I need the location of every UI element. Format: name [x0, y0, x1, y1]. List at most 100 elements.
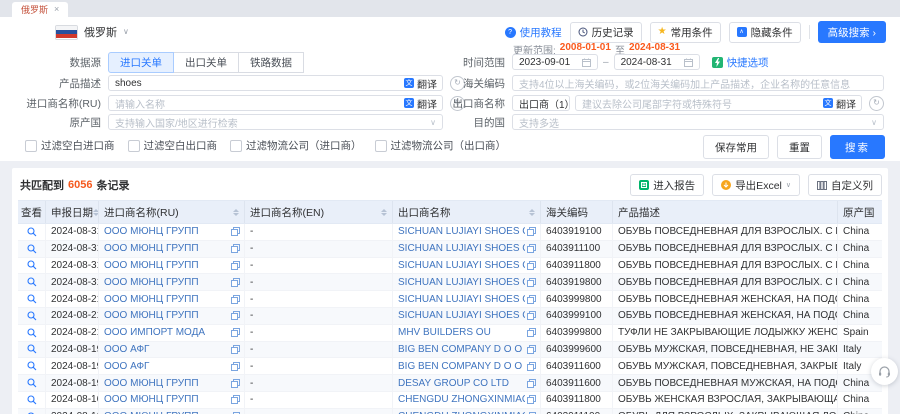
magnifier-icon[interactable] [27, 277, 37, 287]
copy-icon[interactable] [231, 345, 240, 354]
favorites-button[interactable]: ★ 常用条件 [650, 22, 721, 43]
importer-link[interactable]: ООО МЮНЦ ГРУПП [104, 394, 229, 405]
magnifier-icon[interactable] [27, 395, 37, 405]
view-cell[interactable] [18, 241, 46, 257]
magnifier-icon[interactable] [27, 227, 37, 237]
view-cell[interactable] [18, 291, 46, 307]
copy-icon[interactable] [527, 345, 536, 354]
view-cell[interactable] [18, 325, 46, 341]
magnifier-icon[interactable] [27, 294, 37, 304]
date-from-input[interactable]: 2023-09-01 [512, 54, 598, 70]
col-header-exporter[interactable]: 出口商名称 [393, 201, 541, 223]
filter-checkbox[interactable]: 过滤空白进口商 [25, 138, 115, 153]
copy-icon[interactable] [231, 311, 240, 320]
col-header-importer-ru[interactable]: 进口商名称(RU) [99, 201, 245, 223]
reset-button[interactable]: 重置 [777, 135, 822, 159]
copy-icon[interactable] [527, 244, 536, 253]
magnifier-icon[interactable] [27, 311, 37, 321]
datasource-tab[interactable]: 铁路数据 [238, 52, 304, 73]
advanced-search-button[interactable]: 高级搜索 › [818, 21, 886, 43]
tab-russia[interactable]: 俄罗斯 × [12, 2, 68, 17]
importer-input[interactable]: 请输入名称 文 翻译 [108, 95, 443, 111]
checkbox-icon[interactable] [375, 140, 387, 152]
quick-options-link[interactable]: 快捷选项 [712, 55, 769, 70]
save-favorite-button[interactable]: 保存常用 [703, 135, 769, 159]
datasource-tab[interactable]: 出口关单 [173, 52, 239, 73]
exporter-input[interactable]: 建议去除公司尾部字符或特殊符号 文 翻译 [575, 95, 862, 111]
country-selector[interactable]: 俄罗斯 ∨ [55, 24, 129, 40]
copy-icon[interactable] [527, 295, 536, 304]
sort-icon[interactable] [529, 209, 535, 216]
exporter-link[interactable]: DESAY GROUP CO LTD [398, 378, 525, 389]
magnifier-icon[interactable] [27, 328, 37, 338]
view-cell[interactable] [18, 224, 46, 240]
copy-icon[interactable] [231, 227, 240, 236]
view-cell[interactable] [18, 392, 46, 408]
importer-link[interactable]: ООО АФГ [104, 361, 229, 372]
magnifier-icon[interactable] [27, 344, 37, 354]
copy-icon[interactable] [527, 278, 536, 287]
customer-service-button[interactable] [871, 358, 898, 385]
magnifier-icon[interactable] [27, 361, 37, 371]
copy-icon[interactable] [231, 328, 240, 337]
exporter-type-select[interactable]: 出口商（1） ∨ [512, 95, 570, 111]
col-header-view[interactable]: 查看 [18, 201, 46, 223]
exporter-link[interactable]: BIG BEN COMPANY D O O FROM BEST T [398, 344, 525, 355]
importer-link[interactable]: ООО МЮНЦ ГРУПП [104, 277, 229, 288]
copy-icon[interactable] [527, 328, 536, 337]
search-button[interactable]: 搜索 [830, 135, 885, 159]
history-ring-icon[interactable]: ↻ [869, 96, 884, 111]
origin-select[interactable]: 支持输入国家/地区进行检索 ∨ [108, 114, 443, 130]
copy-icon[interactable] [231, 278, 240, 287]
importer-link[interactable]: ООО МЮНЦ ГРУПП [104, 378, 229, 389]
copy-icon[interactable] [527, 362, 536, 371]
copy-icon[interactable] [527, 395, 536, 404]
copy-icon[interactable] [231, 244, 240, 253]
magnifier-icon[interactable] [27, 244, 37, 254]
copy-icon[interactable] [527, 227, 536, 236]
copy-icon[interactable] [231, 261, 240, 270]
view-cell[interactable] [18, 409, 46, 414]
exporter-link[interactable]: SICHUAN LUJIAYI SHOES CO LTD [398, 243, 525, 254]
enter-report-button[interactable]: 进入报告 [630, 174, 704, 196]
exporter-link[interactable]: SICHUAN LUJIAYI SHOES CO LTD [398, 277, 525, 288]
sort-icon[interactable] [381, 209, 387, 216]
importer-link[interactable]: ООО МЮНЦ ГРУПП [104, 260, 229, 271]
hide-conditions-button[interactable]: ∧ 隐藏条件 [729, 22, 801, 43]
close-icon[interactable]: × [54, 5, 59, 14]
filter-checkbox[interactable]: 过滤空白出口商 [128, 138, 218, 153]
view-cell[interactable] [18, 308, 46, 324]
view-cell[interactable] [18, 258, 46, 274]
exporter-link[interactable]: MHV BUILDERS OU [398, 327, 525, 338]
filter-checkbox[interactable]: 过滤物流公司（进口商） [230, 138, 362, 153]
tutorial-link[interactable]: ? 使用教程 [505, 25, 562, 40]
filter-checkbox[interactable]: 过滤物流公司（出口商） [375, 138, 507, 153]
importer-link[interactable]: ООО МЮНЦ ГРУПП [104, 310, 229, 321]
product-desc-input[interactable]: shoes 文 翻译 [108, 75, 443, 91]
magnifier-icon[interactable] [27, 378, 37, 388]
view-cell[interactable] [18, 375, 46, 391]
translate-button[interactable]: 文 翻译 [819, 96, 856, 110]
view-cell[interactable] [18, 358, 46, 374]
col-header-date[interactable]: 申报日期 [46, 201, 99, 223]
copy-icon[interactable] [527, 261, 536, 270]
importer-link[interactable]: ООО МЮНЦ ГРУПП [104, 294, 229, 305]
history-button[interactable]: 历史记录 [570, 22, 642, 43]
view-cell[interactable] [18, 274, 46, 290]
exporter-link[interactable]: SICHUAN LUJIAYI SHOES CO LTD [398, 294, 525, 305]
exporter-link[interactable]: SICHUAN LUJIAYI SHOES CO LTD [398, 260, 525, 271]
copy-icon[interactable] [231, 395, 240, 404]
importer-link[interactable]: ООО МЮНЦ ГРУПП [104, 243, 229, 254]
importer-link[interactable]: ООО ИМПОРТ МОДА [104, 327, 229, 338]
exporter-link[interactable]: CHENGDU ZHONGXINMIAO TRADING C [398, 394, 525, 405]
importer-link[interactable]: ООО АФГ [104, 344, 229, 355]
copy-icon[interactable] [527, 311, 536, 320]
exporter-link[interactable]: SICHUAN LUJIAYI SHOES CO LTD [398, 310, 525, 321]
checkbox-icon[interactable] [230, 140, 242, 152]
sort-icon[interactable] [233, 209, 239, 216]
date-to-input[interactable]: 2024-08-31 [614, 54, 700, 70]
view-cell[interactable] [18, 342, 46, 358]
datasource-tab[interactable]: 进口关单 [108, 52, 174, 73]
exporter-link[interactable]: SICHUAN LUJIAYI SHOES CO LTD [398, 226, 525, 237]
checkbox-icon[interactable] [128, 140, 140, 152]
